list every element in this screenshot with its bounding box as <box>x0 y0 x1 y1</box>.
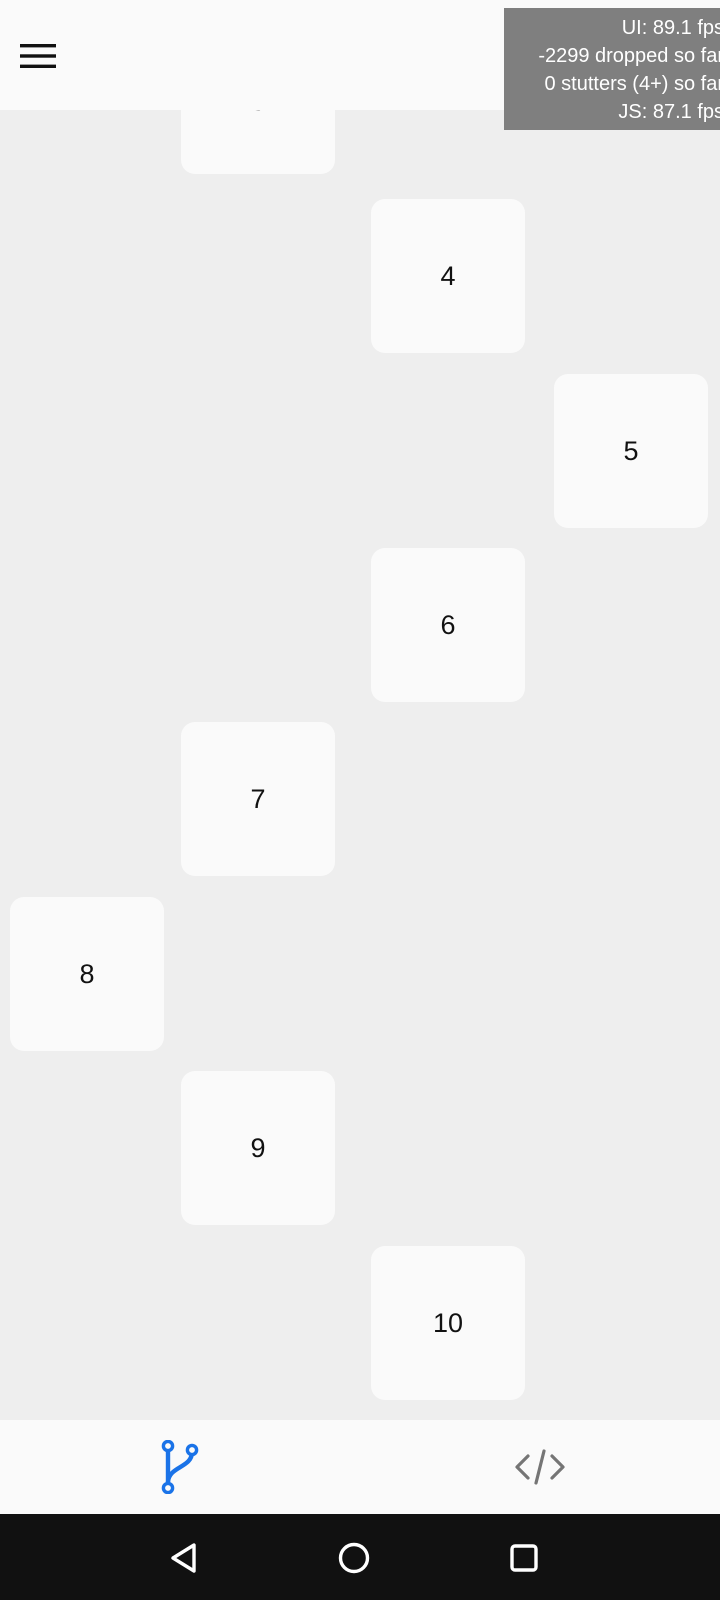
list-card[interactable]: 7 <box>181 722 335 876</box>
home-icon <box>338 1542 370 1574</box>
recents-button[interactable] <box>500 1534 548 1582</box>
ui-fps-text: UI: 89.1 fps <box>621 17 720 39</box>
list-card[interactable]: 8 <box>10 897 164 1051</box>
card-label: 10 <box>432 1307 464 1338</box>
home-button[interactable] <box>330 1534 378 1582</box>
bottom-tab-bar <box>0 1420 720 1514</box>
card-label: 5 <box>623 435 639 466</box>
tab-code[interactable] <box>360 1420 720 1514</box>
hamburger-menu-icon <box>20 44 56 68</box>
js-fps-text: JS: 87.1 fps <box>618 101 720 123</box>
stutters-text: 0 stutters (4+) so far <box>544 73 720 95</box>
back-icon <box>171 1543 196 1573</box>
card-label: 6 <box>440 609 456 640</box>
list-card[interactable]: 10 <box>371 1246 525 1400</box>
list-card[interactable]: 3 <box>181 110 335 174</box>
git-branch-icon <box>161 1440 199 1494</box>
list-card[interactable]: 4 <box>371 199 525 353</box>
dropped-frames-text: -2299 dropped so far <box>538 45 720 67</box>
performance-overlay: UI: 89.1 fps -2299 dropped so far 0 stut… <box>504 8 720 130</box>
tab-examples[interactable] <box>0 1420 360 1514</box>
card-label: 9 <box>250 1132 266 1163</box>
list-card[interactable]: 9 <box>181 1071 335 1225</box>
system-navigation-bar <box>0 1514 720 1600</box>
recents-icon <box>510 1544 538 1572</box>
card-label: 3 <box>181 110 335 117</box>
code-icon <box>515 1449 565 1485</box>
card-label: 7 <box>250 783 266 814</box>
list-card[interactable]: 5 <box>554 374 708 528</box>
back-button[interactable] <box>160 1534 208 1582</box>
list-card[interactable]: 6 <box>371 548 525 702</box>
card-label: 8 <box>79 958 95 989</box>
card-label: 4 <box>440 260 456 291</box>
card-list[interactable]: 3 4 5 6 7 8 9 10 <box>0 110 720 1420</box>
app-screen: 3 4 5 6 7 8 9 10 <box>0 0 720 1600</box>
menu-button[interactable] <box>14 36 62 76</box>
